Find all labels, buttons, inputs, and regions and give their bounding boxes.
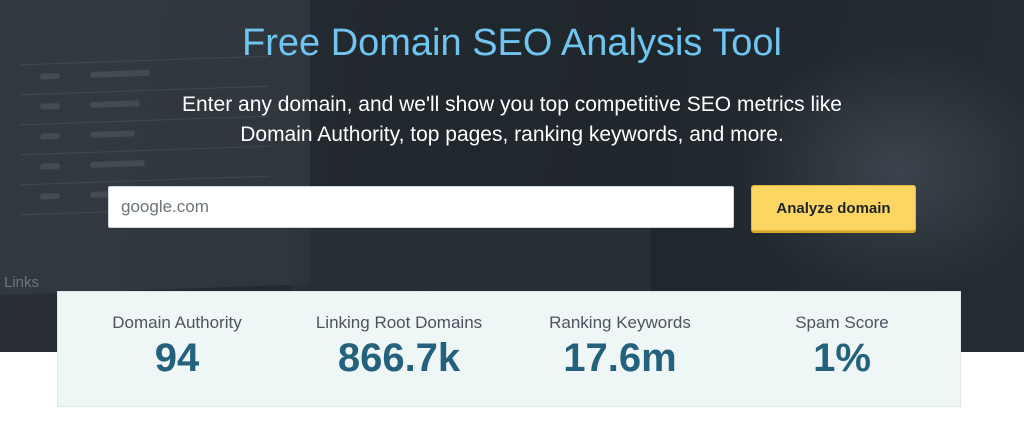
background-links-text: Links (4, 274, 40, 291)
metrics-panel: Domain Authority 94 Linking Root Domains… (57, 291, 961, 407)
domain-search-input[interactable] (108, 186, 734, 228)
metric-value: 866.7k (337, 336, 461, 380)
metric-value: 1% (813, 336, 871, 380)
subtitle-line-2: Domain Authority, top pages, ranking key… (240, 123, 784, 146)
metric-domain-authority: Domain Authority 94 (64, 292, 290, 408)
metric-value: 94 (154, 336, 200, 380)
bg-cell (40, 132, 60, 140)
page-title: Free Domain SEO Analysis Tool (242, 22, 782, 64)
bg-cell (90, 69, 150, 78)
subtitle-line-1: Enter any domain, and we'll show you top… (182, 93, 842, 116)
metric-label: Ranking Keywords (549, 313, 691, 332)
bg-cell (90, 160, 145, 168)
metric-value: 17.6m (563, 336, 677, 380)
bg-cell (40, 102, 60, 110)
metric-ranking-keywords: Ranking Keywords 17.6m (507, 292, 733, 408)
metric-linking-root-domains: Linking Root Domains 866.7k (286, 292, 512, 408)
metric-label: Linking Root Domains (315, 313, 483, 332)
background-glow (734, 40, 1024, 300)
analyze-domain-button[interactable]: Analyze domain (751, 185, 916, 231)
metric-label: Spam Score (795, 313, 889, 332)
bg-cell (40, 192, 60, 200)
page-subtitle: Enter any domain, and we'll show you top… (112, 90, 912, 150)
bg-cell (40, 72, 60, 80)
metric-spam-score: Spam Score 1% (729, 292, 955, 408)
bg-cell (40, 162, 60, 170)
metric-label: Domain Authority (112, 313, 242, 332)
bg-row (20, 175, 270, 186)
